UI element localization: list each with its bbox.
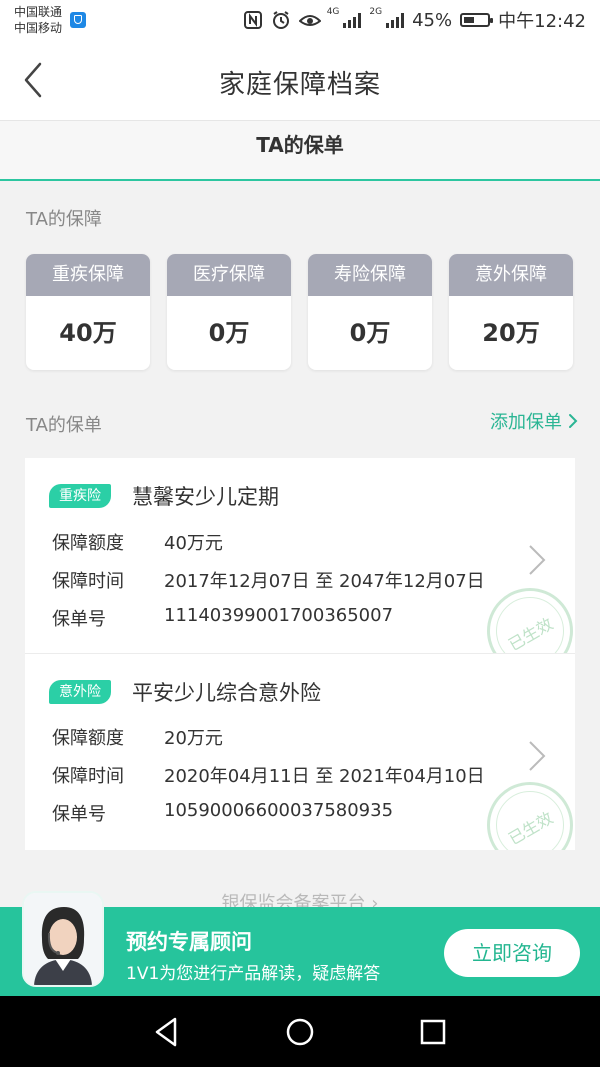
battery-fill: [464, 17, 475, 23]
signal-1-icon: [343, 12, 362, 28]
amount-value: 40万元: [164, 533, 223, 554]
amount-value: 20万元: [164, 728, 223, 749]
carrier-info: 中国联通 中国移动: [14, 4, 62, 36]
back-triangle-icon[interactable]: [149, 1014, 185, 1050]
active-stamp-text: 已生效: [505, 614, 557, 654]
coverage-card-value: 40万: [59, 319, 117, 347]
coverage-card-title: 意外保障: [449, 254, 573, 296]
signal-2-icon: [386, 12, 405, 28]
page-title: 家庭保障档案: [218, 70, 381, 100]
active-stamp: 已生效: [487, 782, 573, 850]
coverage-card-value: 20万: [482, 319, 540, 347]
banner-subtitle: 1V1为您进行产品解读，疑虑解答: [126, 964, 381, 984]
recents-square-icon[interactable]: [415, 1014, 451, 1050]
home-circle-icon[interactable]: [282, 1014, 318, 1050]
chevron-right-icon[interactable]: [527, 544, 547, 576]
app-header: 家庭保障档案: [0, 42, 600, 121]
period-label: 保障时间: [52, 766, 124, 787]
policy-type-badge: 意外险: [49, 680, 111, 704]
policy-name: 慧馨安少儿定期: [132, 485, 279, 509]
coverage-card-medical[interactable]: 医疗保障 0万: [167, 254, 291, 370]
nfc-icon: [243, 11, 263, 29]
add-policy-label: 添加保单: [490, 412, 562, 433]
status-icons: 4G 2G 45% 中午12:42: [243, 8, 586, 32]
consult-now-button[interactable]: 立即咨询: [444, 929, 580, 977]
tab-policies[interactable]: TA的保单: [0, 121, 600, 181]
add-policy-link[interactable]: 添加保单: [490, 408, 578, 434]
clock: 中午12:42: [498, 11, 586, 32]
coverage-card-title: 重疾保障: [26, 254, 150, 296]
period-value: 2020年04月11日 至 2021年04月10日: [164, 766, 485, 787]
advisor-banner[interactable]: 预约专属顾问 1V1为您进行产品解读，疑虑解答 立即咨询: [0, 891, 600, 996]
period-value: 2017年12月07日 至 2047年12月07日: [164, 571, 485, 592]
coverage-card-accident[interactable]: 意外保障 20万: [449, 254, 573, 370]
coverage-card-life[interactable]: 寿险保障 0万: [308, 254, 432, 370]
chevron-right-icon[interactable]: [527, 740, 547, 772]
coverage-card-title: 医疗保障: [167, 254, 291, 296]
battery-percent: 45%: [412, 9, 453, 31]
policy-type-badge: 重疾险: [49, 484, 111, 508]
policy-number-value: 10590006600037580935: [164, 800, 394, 821]
amount-label: 保障额度: [52, 728, 124, 749]
battery-icon: [460, 13, 494, 27]
coverage-card-title: 寿险保障: [308, 254, 432, 296]
alarm-icon: [271, 11, 291, 29]
coverage-card-critical[interactable]: 重疾保障 40万: [26, 254, 150, 370]
coverage-card-value: 0万: [208, 319, 250, 347]
network-type-1: 4G: [326, 7, 340, 17]
policy-card[interactable]: 意外险 平安少儿综合意外险 保障额度 20万元 保障时间 2020年04月11日…: [25, 654, 575, 850]
screen: 中国联通 中国移动 4G 2G 45% 中午12:42 家庭保障档案 TA的保单…: [0, 0, 600, 1067]
policy-card[interactable]: 重疾险 慧馨安少儿定期 保障额度 40万元 保障时间 2017年12月07日 至…: [25, 458, 575, 654]
period-label: 保障时间: [52, 571, 124, 592]
policy-number-value: 11140399001700365007: [164, 605, 394, 626]
policy-number-label: 保单号: [52, 804, 106, 825]
coverage-section-label: TA的保障: [26, 209, 102, 230]
active-stamp-text: 已生效: [505, 808, 557, 849]
coverage-card-value: 0万: [349, 319, 391, 347]
system-nav-bar: [0, 996, 600, 1067]
carrier-1: 中国联通: [14, 5, 63, 19]
carrier-2: 中国移动: [14, 21, 63, 35]
network-type-2: 2G: [369, 7, 383, 17]
amount-label: 保障额度: [52, 533, 124, 554]
eye-comfort-icon: [298, 11, 322, 29]
status-bar: 中国联通 中国移动 4G 2G 45% 中午12:42: [0, 0, 600, 42]
active-stamp: 已生效: [487, 588, 573, 654]
advisor-avatar: [22, 891, 104, 987]
policy-name: 平安少儿综合意外险: [132, 681, 321, 705]
chevron-right-icon: [569, 414, 578, 428]
policy-number-label: 保单号: [52, 609, 106, 630]
shield-icon: [70, 12, 86, 28]
policies-section-label: TA的保单: [26, 415, 102, 436]
banner-title: 预约专属顾问: [126, 930, 252, 954]
